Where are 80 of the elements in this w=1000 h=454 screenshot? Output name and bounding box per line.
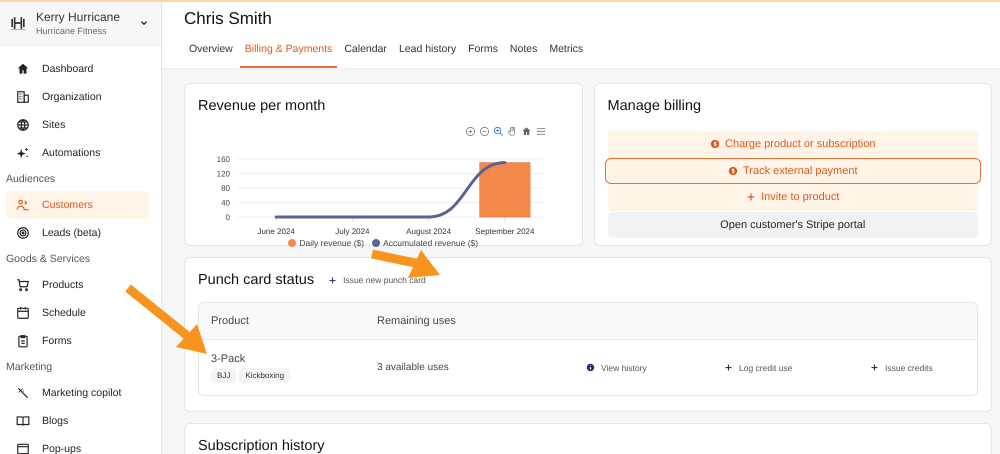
tab[interactable]: Overview bbox=[184, 41, 238, 68]
issue-punch-card-link[interactable]: Issue new punch card bbox=[328, 275, 426, 285]
tag: BJJ bbox=[211, 368, 236, 382]
hand-icon bbox=[506, 126, 518, 137]
magic-wand-icon bbox=[16, 386, 30, 400]
building-icon bbox=[16, 90, 30, 104]
row-action-link[interactable]: View history bbox=[586, 362, 647, 372]
tab[interactable]: Forms bbox=[463, 41, 503, 68]
x-tick-label: June 2024 bbox=[257, 227, 295, 236]
plus-icon bbox=[870, 363, 879, 372]
tab[interactable]: Lead history bbox=[394, 41, 462, 68]
zoom-out-icon bbox=[478, 126, 490, 137]
target-icon bbox=[16, 226, 30, 240]
x-tick-label: August 2024 bbox=[406, 227, 452, 236]
nav-item[interactable]: Products bbox=[6, 271, 149, 299]
nav-item[interactable]: Organization bbox=[6, 83, 149, 111]
x-tick-label: July 2024 bbox=[335, 227, 370, 236]
billing-action-button[interactable]: Open customer's Stripe portal bbox=[608, 212, 978, 238]
plus-icon bbox=[328, 276, 338, 284]
plus-icon bbox=[746, 192, 756, 202]
column-header: Product bbox=[211, 315, 250, 327]
organization-name: Hurricane Fitness bbox=[36, 26, 108, 36]
tab[interactable]: Metrics bbox=[544, 41, 588, 68]
account-name: Kerry Hurricane bbox=[36, 10, 122, 24]
people-icon bbox=[16, 198, 30, 212]
y-tick-label: 120 bbox=[216, 170, 230, 178]
calendar-icon bbox=[16, 306, 30, 320]
menu-icon bbox=[534, 126, 546, 137]
annotation-arrow bbox=[371, 250, 440, 278]
home-icon bbox=[520, 126, 532, 137]
row-action-link[interactable]: Issue credits bbox=[870, 362, 933, 372]
info-icon bbox=[586, 363, 595, 372]
card-title: Revenue per month bbox=[198, 98, 326, 114]
globe-icon bbox=[16, 118, 30, 132]
dollar-coin-icon bbox=[710, 139, 720, 150]
nav-item[interactable]: Leads (beta) bbox=[6, 219, 149, 247]
nav-item[interactable]: Marketing copilot bbox=[6, 379, 149, 407]
book-icon bbox=[16, 414, 30, 428]
card-title: Subscription history bbox=[198, 438, 326, 454]
legend-label: Accumulated revenue ($) bbox=[383, 238, 478, 248]
nav-section-heading: Audiences bbox=[6, 172, 56, 187]
plus-icon bbox=[724, 363, 733, 372]
y-tick-label: 40 bbox=[221, 198, 230, 208]
dollar-coin-icon bbox=[728, 166, 738, 176]
tag: Kickboxing bbox=[239, 368, 290, 382]
nav-item[interactable]: Schedule bbox=[6, 299, 149, 327]
sparkle-icon bbox=[16, 146, 30, 160]
nav-item[interactable]: Forms bbox=[6, 327, 149, 355]
x-tick-label: September 2024 bbox=[475, 227, 534, 236]
y-tick-label: 160 bbox=[216, 155, 230, 164]
row-action-link[interactable]: Log credit use bbox=[724, 362, 792, 372]
nav-item[interactable]: Pop-ups bbox=[6, 435, 149, 454]
billing-action-button[interactable]: Charge product or subscription bbox=[608, 131, 978, 158]
billing-action-button[interactable]: Invite to product bbox=[608, 184, 978, 210]
tab[interactable]: Notes bbox=[504, 41, 542, 68]
window-icon bbox=[16, 442, 30, 454]
column-header: Remaining uses bbox=[377, 315, 457, 327]
y-tick-label: 80 bbox=[221, 184, 230, 193]
card-title: Manage billing bbox=[608, 98, 702, 114]
page-title: Chris Smith bbox=[184, 9, 273, 29]
nav-item[interactable]: Sites bbox=[6, 111, 149, 139]
remaining-uses: 3 available uses bbox=[377, 362, 450, 373]
y-tick-label: 0 bbox=[226, 213, 230, 222]
nav-item[interactable]: Automations bbox=[6, 139, 149, 167]
zoom-in-icon bbox=[464, 126, 476, 137]
nav-section-heading: Marketing bbox=[6, 360, 54, 375]
product-name: 3-Pack bbox=[211, 352, 246, 364]
revenue-bar bbox=[479, 162, 530, 218]
nav-item[interactable]: Dashboard bbox=[6, 55, 149, 83]
billing-action-button[interactable]: Track external payment bbox=[604, 158, 981, 184]
nav-item[interactable]: Blogs bbox=[6, 407, 149, 435]
clipboard-icon bbox=[16, 334, 30, 348]
legend-label: Daily revenue ($) bbox=[299, 238, 364, 248]
nav-item[interactable]: Customers bbox=[6, 191, 149, 219]
card-title: Punch card status bbox=[198, 272, 314, 288]
tab[interactable]: Calendar bbox=[339, 41, 392, 68]
cart-icon bbox=[16, 278, 30, 292]
zoom-icon bbox=[492, 126, 504, 137]
nav-section-heading: Goods & Services bbox=[6, 252, 92, 267]
home-icon bbox=[16, 62, 30, 76]
